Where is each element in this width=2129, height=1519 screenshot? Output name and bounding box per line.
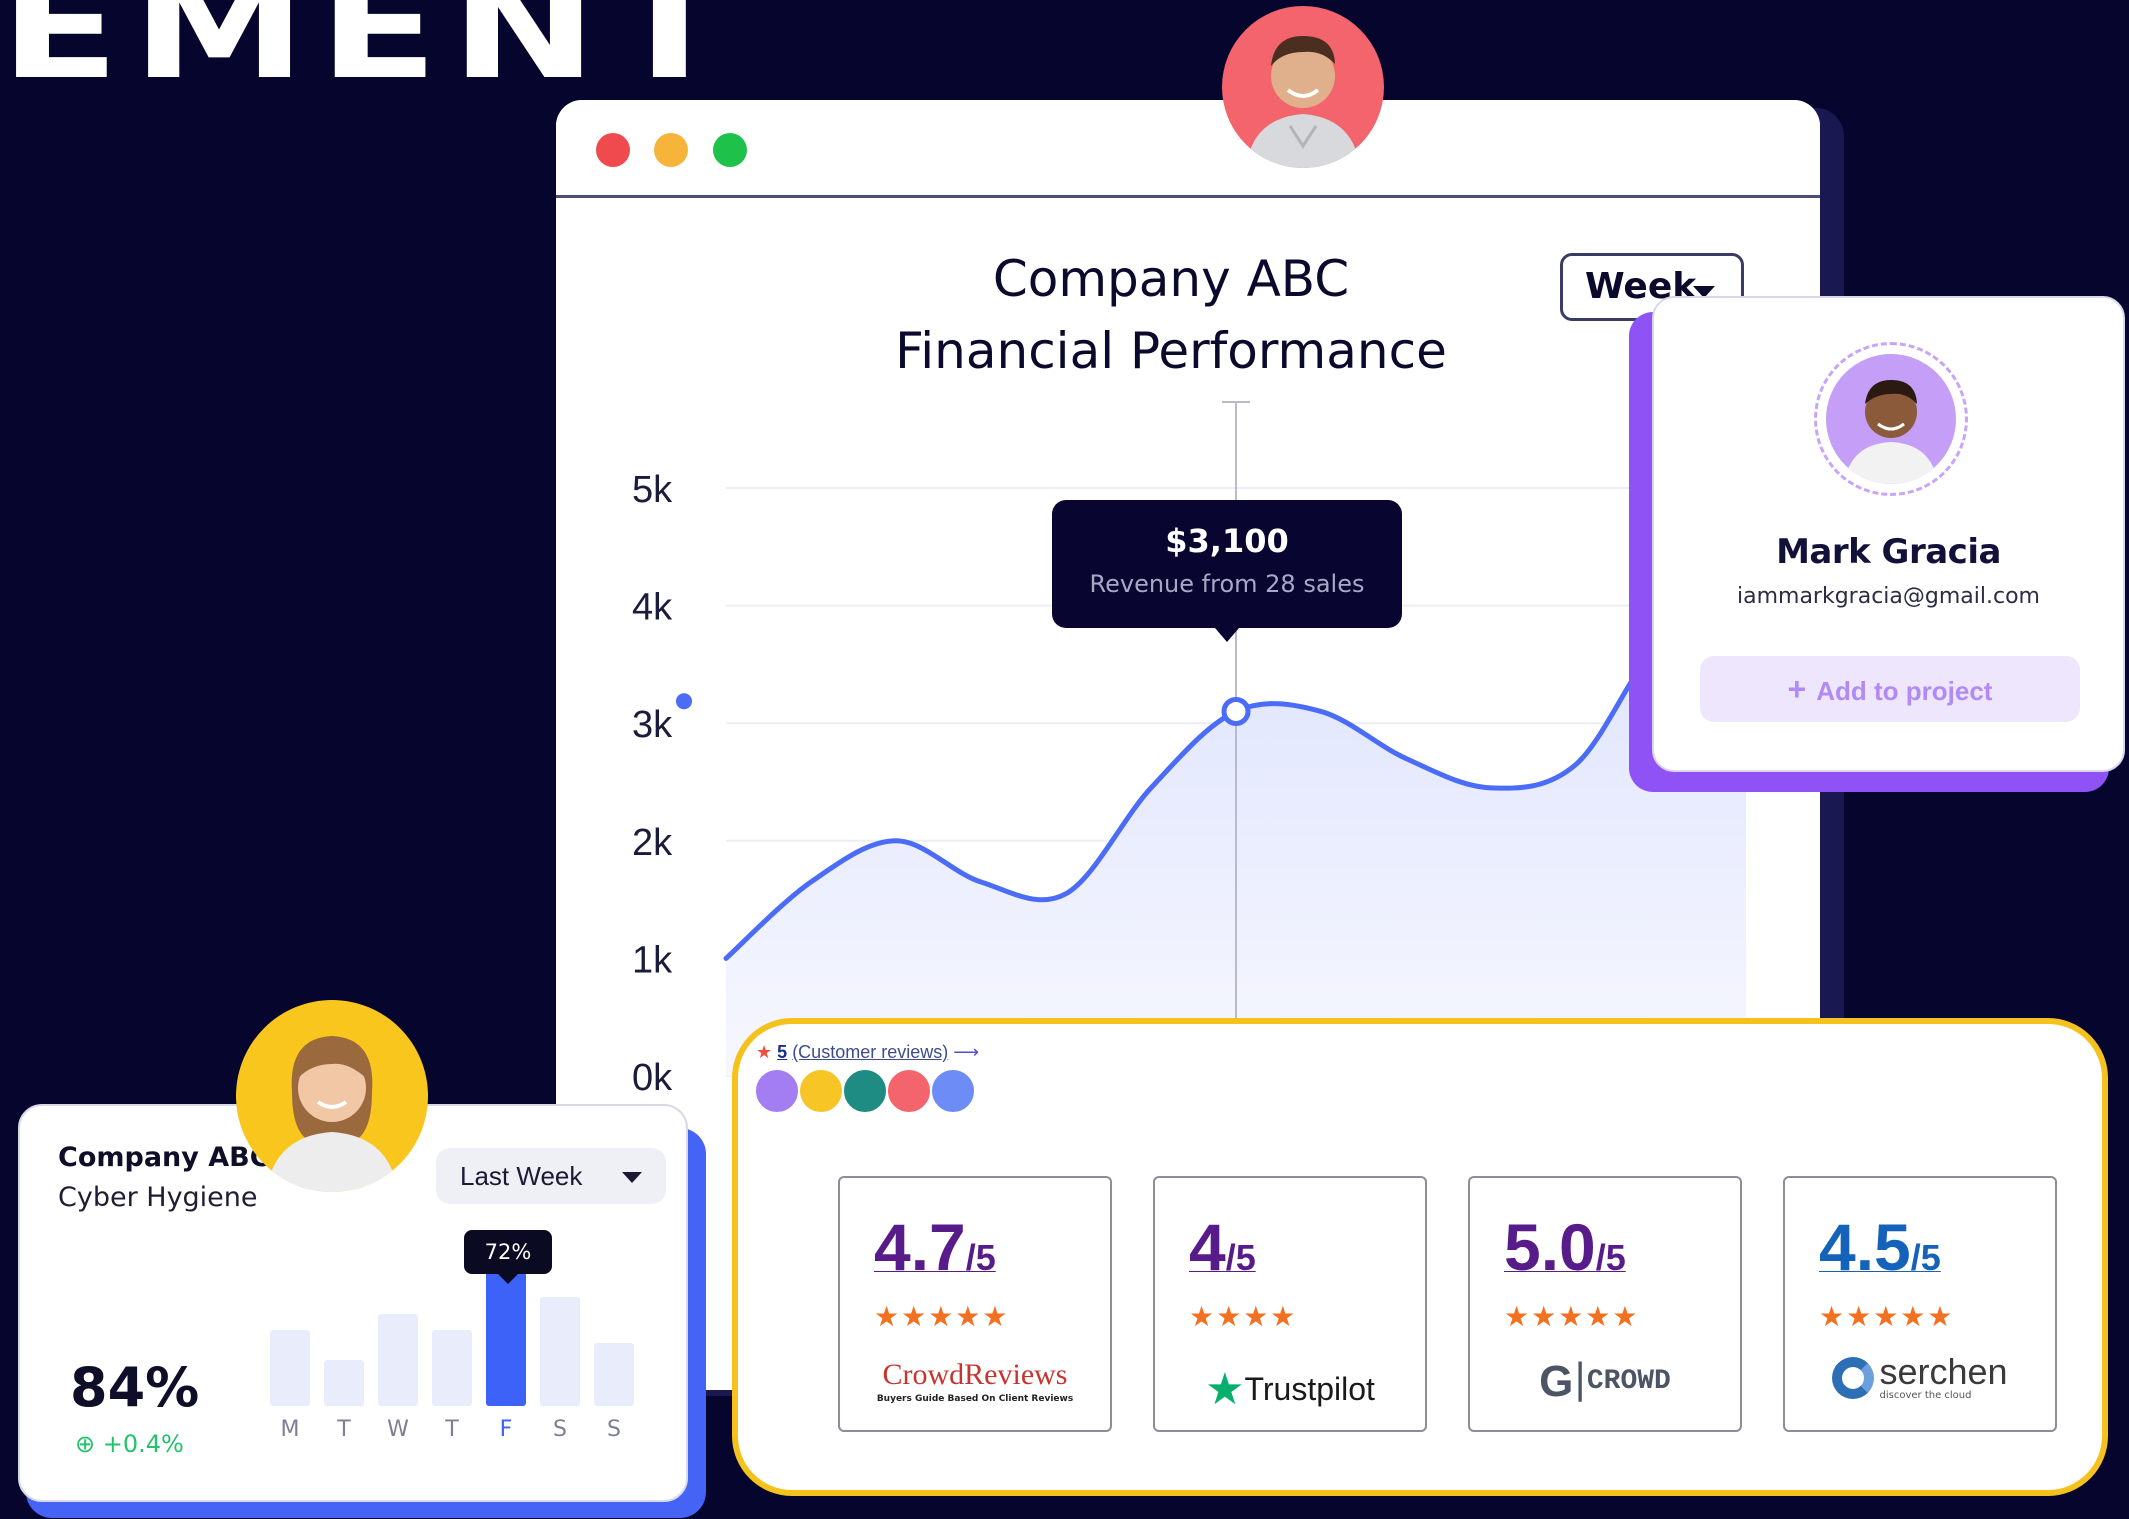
user-avatar-top <box>1222 6 1384 168</box>
plus-icon: + <box>1787 671 1807 707</box>
day-label: M <box>280 1417 300 1442</box>
rating-trustpilot[interactable]: 4/5 ★★★★ ★Trustpilot <box>1153 1176 1427 1432</box>
cyber-delta-value: +0.4% <box>102 1430 184 1458</box>
profile-name: Mark Gracia <box>1776 532 2001 572</box>
cyber-percent: 84% <box>70 1356 200 1419</box>
g2crowd-logo-text: CROWD <box>1586 1366 1671 1397</box>
add-to-project-button[interactable]: + Add to project <box>1700 656 2080 722</box>
y-tick-label: 4k <box>632 587 673 629</box>
g2-icon: G <box>1539 1357 1574 1406</box>
rating-serchen[interactable]: 4.5/5 ★★★★★ serchen discover the cloud <box>1783 1176 2057 1432</box>
crowdreviews-logo-sub: Buyers Guide Based On Client Reviews <box>876 1394 1074 1404</box>
day-label: T <box>337 1417 351 1442</box>
reviewer-avatar <box>754 1068 800 1114</box>
day-bar[interactable] <box>594 1343 634 1406</box>
cyber-subtitle: Cyber Hygiene <box>58 1182 258 1213</box>
star-icon: ★ <box>756 1042 773 1062</box>
y-tick-label: 0k <box>632 1057 673 1099</box>
day-bar[interactable] <box>378 1314 418 1406</box>
cyber-delta: ⊕ +0.4% <box>75 1430 184 1458</box>
rating-score: 4.5/5 <box>1819 1210 1941 1284</box>
rating-stars: ★★★★★ <box>1504 1300 1640 1333</box>
day-bar[interactable] <box>324 1360 364 1406</box>
customer-reviews-link[interactable]: (Customer reviews) <box>792 1042 948 1062</box>
day-label: F <box>499 1417 513 1442</box>
day-label: S <box>607 1417 621 1442</box>
reviews-header: ★ 5 (Customer reviews) ⟶ <box>756 1042 979 1063</box>
profile-email: iammarkgracia@gmail.com <box>1737 584 2040 609</box>
day-label: T <box>445 1417 459 1442</box>
profile-card: Mark Gracia iammarkgracia@gmail.com + Add… <box>1652 296 2125 772</box>
arrow-right-icon[interactable]: ⟶ <box>953 1042 979 1062</box>
y-marker-dot <box>676 693 692 710</box>
chart-tooltip: $3,100 Revenue from 28 sales <box>1052 500 1402 642</box>
rating-score: 4.7/5 <box>874 1210 996 1284</box>
profile-avatar <box>1826 354 1956 484</box>
rating-score: 5.0/5 <box>1504 1210 1626 1284</box>
rating-g2crowd[interactable]: 5.0/5 ★★★★★ G|CROWD <box>1468 1176 1742 1432</box>
tooltip-amount: $3,100 <box>1165 522 1289 560</box>
day-bar[interactable] <box>432 1330 472 1406</box>
y-tick-label: 5k <box>632 469 673 511</box>
day-label: W <box>387 1417 409 1442</box>
rating-stars: ★★★★★ <box>874 1300 1010 1333</box>
reviewer-avatar <box>930 1068 976 1114</box>
g2crowd-logo: G|CROWD <box>1539 1356 1671 1406</box>
reviews-card: ★ 5 (Customer reviews) ⟶ 4.7/5 ★★★★★ Cro… <box>732 1018 2108 1496</box>
crowdreviews-logo: CrowdReviews Buyers Guide Based On Clien… <box>840 1358 1110 1404</box>
day-bar[interactable] <box>486 1267 526 1406</box>
tooltip-subtitle: Revenue from 28 sales <box>1089 570 1365 598</box>
rating-crowdreviews[interactable]: 4.7/5 ★★★★★ CrowdReviews Buyers Guide Ba… <box>838 1176 1112 1432</box>
highlight-point <box>1221 696 1251 726</box>
rating-score: 4/5 <box>1189 1210 1256 1284</box>
bar-tooltip: 72% <box>464 1230 552 1284</box>
day-label: S <box>553 1417 567 1442</box>
cyber-company: Company ABC <box>58 1142 270 1173</box>
serchen-logo: serchen discover the cloud <box>1785 1354 2055 1401</box>
page-headline: EMENT <box>0 0 742 111</box>
review-count[interactable]: 5 <box>777 1042 787 1062</box>
reviewer-avatar <box>842 1068 888 1114</box>
rating-stars: ★★★★★ <box>1819 1300 1955 1333</box>
cyber-period-label: Last Week <box>460 1161 583 1191</box>
serchen-swirl-icon <box>1832 1356 1875 1399</box>
add-to-project-label: Add to project <box>1816 676 1993 706</box>
day-bar[interactable] <box>270 1330 310 1406</box>
caret-down-icon <box>622 1172 642 1183</box>
y-tick-label: 2k <box>632 822 673 864</box>
weekly-bar-chart: MTWTFSS <box>270 1267 660 1464</box>
reviewer-avatar <box>798 1068 844 1114</box>
user-avatar-cyber <box>236 1000 428 1192</box>
rating-stars: ★★★★ <box>1189 1300 1298 1333</box>
serchen-logo-text: serchen <box>1879 1351 2008 1392</box>
trustpilot-star-icon: ★ <box>1205 1364 1245 1415</box>
trustpilot-logo-text: Trustpilot <box>1244 1371 1375 1407</box>
crowdreviews-logo-text: CrowdReviews <box>882 1358 1068 1391</box>
day-bar[interactable] <box>540 1297 580 1406</box>
trend-up-icon: ⊕ <box>75 1430 96 1458</box>
y-tick-label: 1k <box>632 939 673 981</box>
reviewer-avatar <box>886 1068 932 1114</box>
trustpilot-logo: ★Trustpilot <box>1155 1364 1425 1415</box>
y-tick-label: 3k <box>632 704 673 746</box>
cyber-period-dropdown[interactable]: Last Week <box>436 1148 666 1204</box>
